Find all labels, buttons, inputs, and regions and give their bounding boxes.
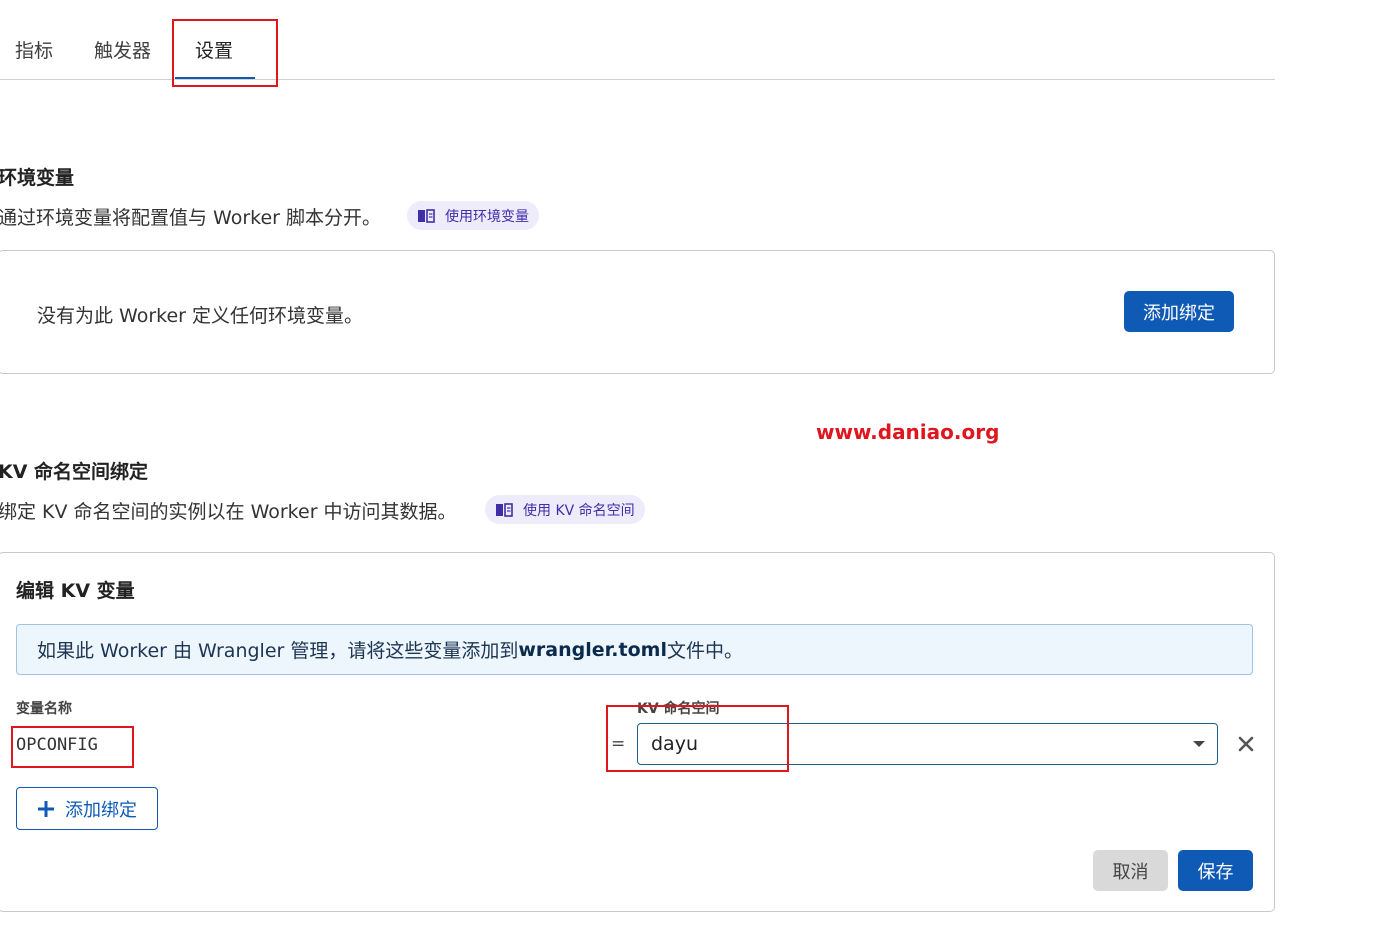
env-vars-add-binding-button[interactable]: 添加绑定 xyxy=(1124,291,1234,332)
close-icon[interactable] xyxy=(1238,736,1254,752)
banner-prefix: 如果此 Worker 由 Wrangler 管理，请将这些变量添加到 xyxy=(37,640,519,662)
book-icon xyxy=(418,208,435,223)
banner-file-name: wrangler.toml xyxy=(518,638,667,661)
banner-suffix: 文件中。 xyxy=(666,640,743,662)
kv-edit-title: 编辑 KV 变量 xyxy=(16,580,135,602)
annotation-box-var-name xyxy=(11,726,134,768)
env-vars-empty-text: 没有为此 Worker 定义任何环境变量。 xyxy=(37,305,364,327)
var-name-label: 变量名称 xyxy=(16,701,72,717)
annotation-box-namespace xyxy=(606,705,789,772)
tab-metrics[interactable]: 指标 xyxy=(15,36,53,63)
wrangler-info-banner: 如果此 Worker 由 Wrangler 管理，请将这些变量添加到 wrang… xyxy=(16,624,1253,675)
env-vars-doc-link-label: 使用环境变量 xyxy=(445,208,529,225)
env-vars-card: 没有为此 Worker 定义任何环境变量。 添加绑定 xyxy=(0,250,1275,374)
kv-doc-link-label: 使用 KV 命名空间 xyxy=(523,502,635,519)
save-button[interactable]: 保存 xyxy=(1178,850,1253,891)
annotation-box-settings-tab xyxy=(172,19,278,87)
env-vars-description: 通过环境变量将配置值与 Worker 脚本分开。 xyxy=(0,207,382,229)
env-vars-title: 环境变量 xyxy=(0,167,75,189)
cancel-button[interactable]: 取消 xyxy=(1093,850,1168,891)
kv-add-binding-label: 添加绑定 xyxy=(65,799,137,821)
kv-doc-link[interactable]: 使用 KV 命名空间 xyxy=(485,495,645,524)
book-icon xyxy=(496,502,513,517)
kv-title: KV 命名空间绑定 xyxy=(0,461,149,483)
chevron-down-icon xyxy=(1193,741,1205,747)
kv-add-binding-button[interactable]: 添加绑定 xyxy=(16,787,158,830)
kv-description: 绑定 KV 命名空间的实例以在 Worker 中访问其数据。 xyxy=(0,501,457,523)
tab-triggers[interactable]: 触发器 xyxy=(94,36,151,63)
plus-icon xyxy=(38,800,54,817)
watermark-text: www.daniao.org xyxy=(816,420,1000,444)
env-vars-doc-link[interactable]: 使用环境变量 xyxy=(407,201,539,230)
